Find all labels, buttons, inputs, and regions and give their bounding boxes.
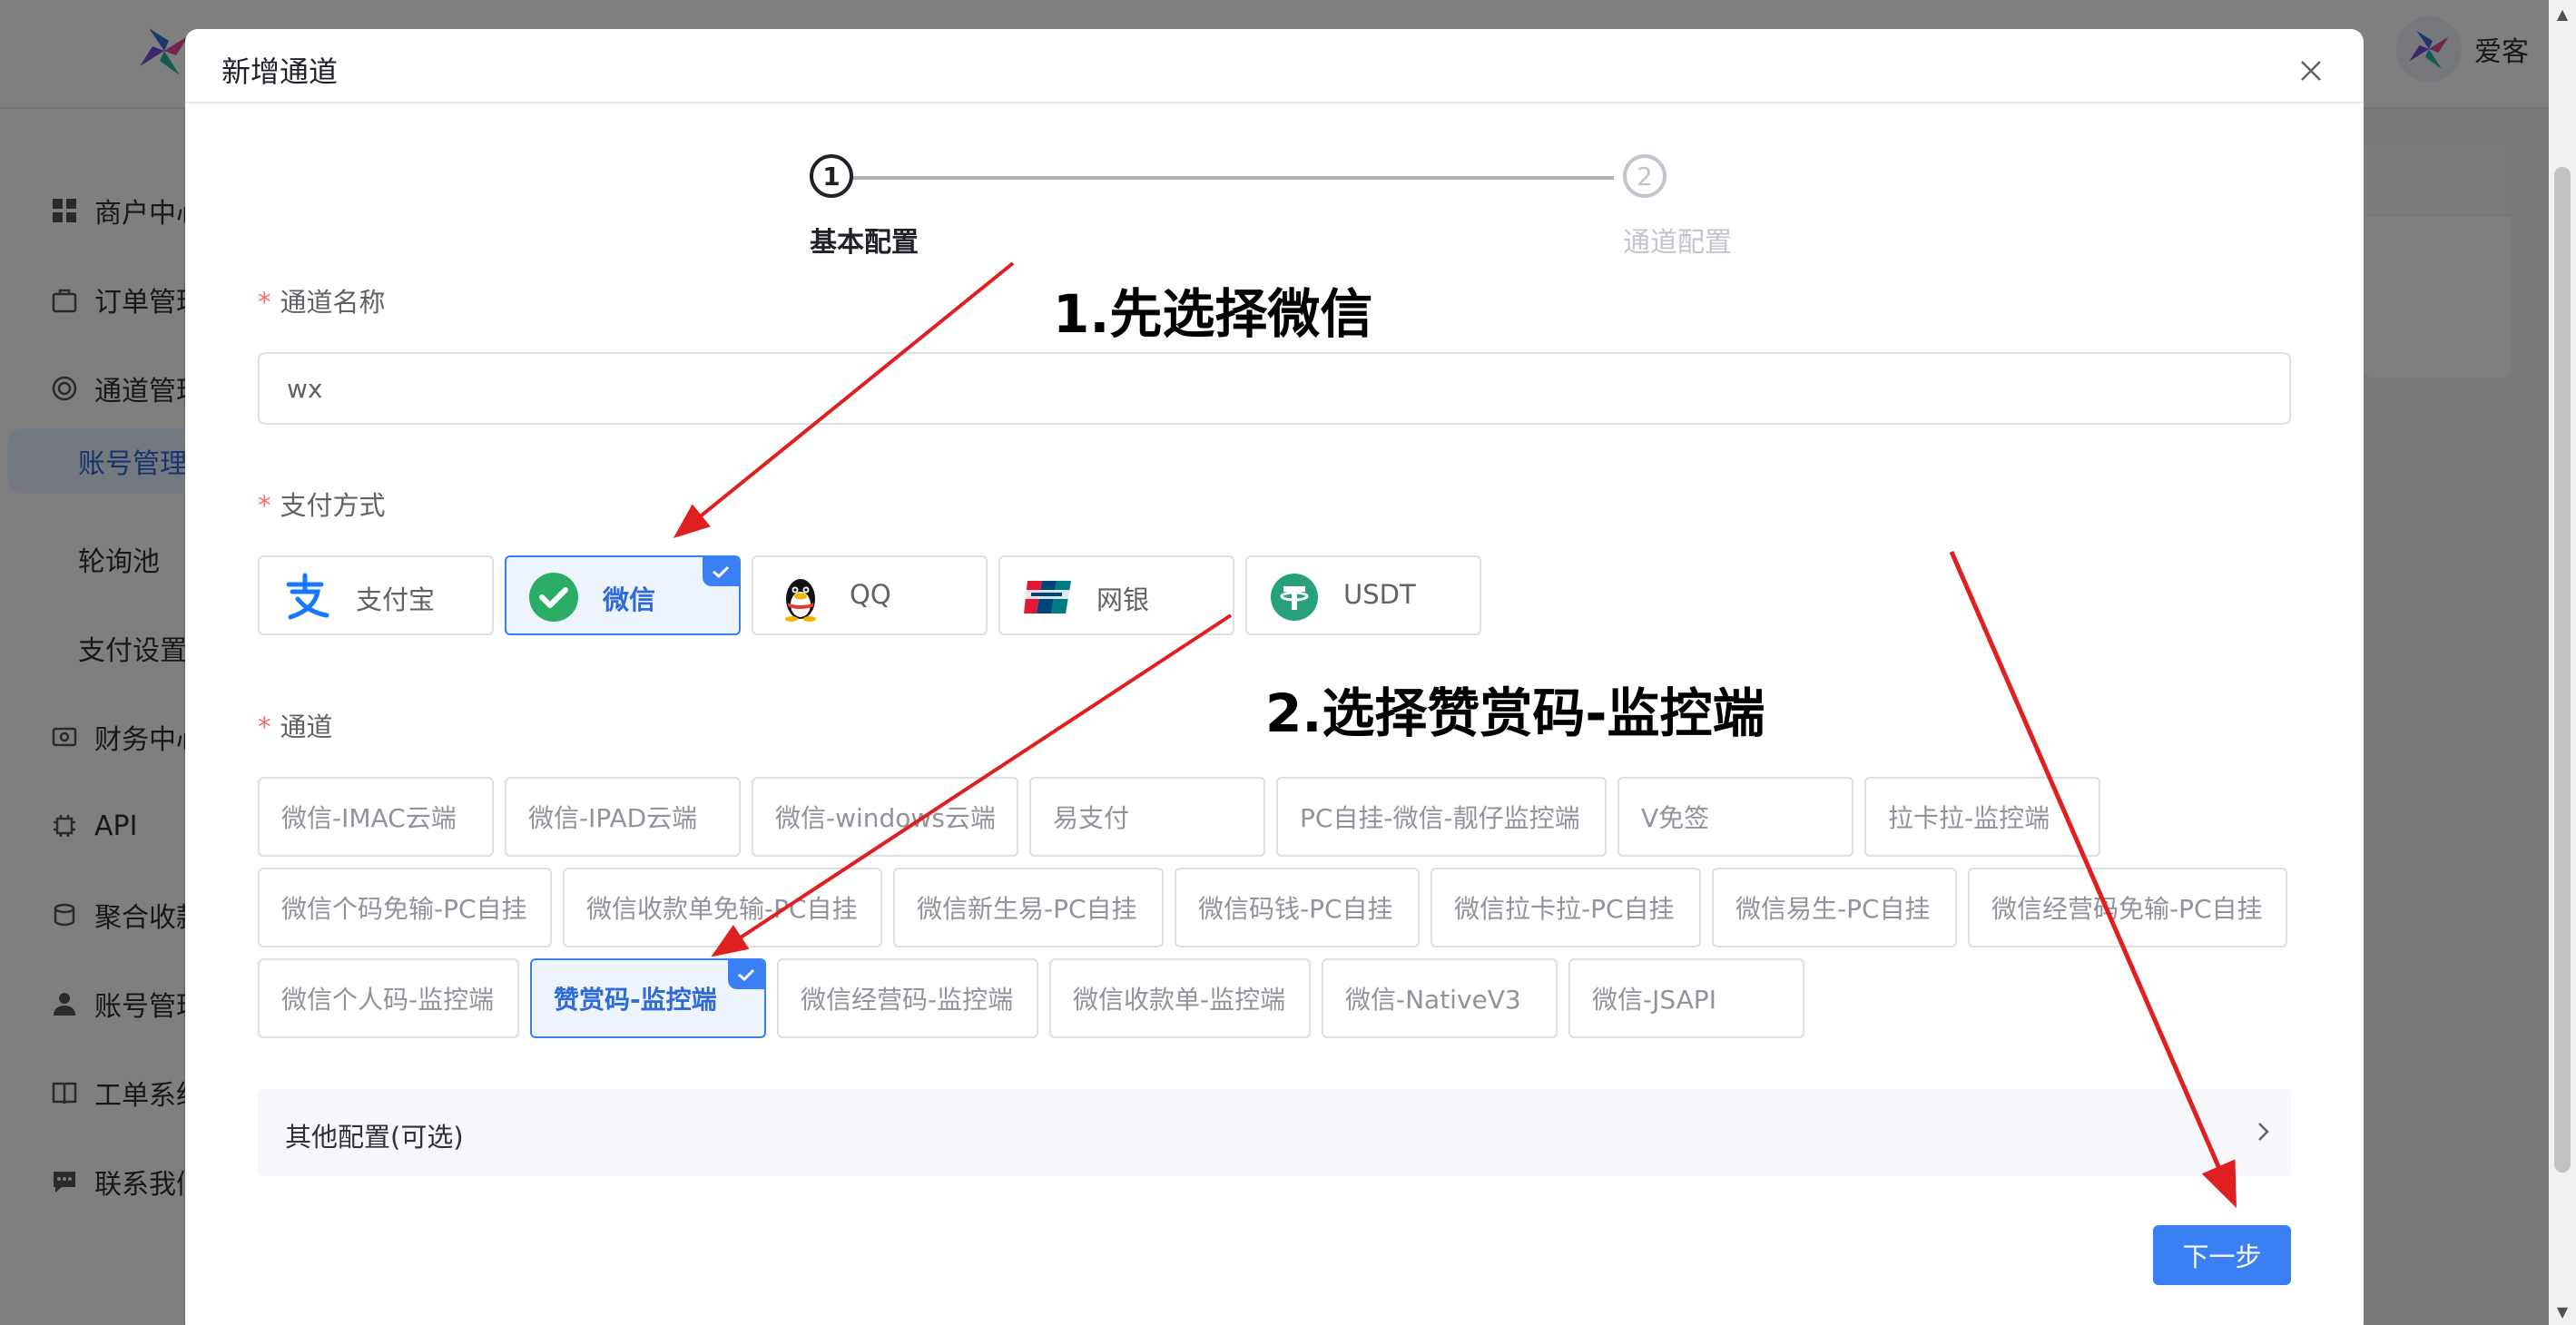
channel-option-label: 微信拉卡拉-PC自挂	[1454, 894, 1675, 924]
required-asterisk: *	[258, 712, 271, 742]
dialog-title: 新增通道	[221, 54, 339, 89]
channel-option[interactable]: V免签	[1617, 777, 1853, 857]
unionpay-icon	[1024, 581, 1071, 613]
other-config-label: 其他配置(可选)	[285, 1122, 464, 1153]
selected-check-badge	[728, 960, 764, 989]
channel-option-label: V免签	[1641, 803, 1710, 833]
step-2-indicator: 2	[1623, 154, 1667, 198]
channel-label-text: 通道	[280, 712, 333, 742]
check-icon	[713, 565, 730, 579]
payment-method-label: * 支付方式	[258, 485, 386, 523]
step-1-indicator: 1	[810, 154, 853, 198]
channel-option-label: 拉卡拉-监控端	[1888, 803, 2050, 833]
channel-option-label: 微信经营码免输-PC自挂	[1991, 894, 2263, 924]
channel-option[interactable]: 微信收款单免输-PC自挂	[563, 868, 882, 947]
scroll-up-arrow-icon[interactable]: ▲	[2549, 0, 2576, 27]
channel-option-label: 易支付	[1053, 803, 1130, 833]
channel-option[interactable]: 微信易生-PC自挂	[1712, 868, 1957, 947]
payment-option-alipay[interactable]: 支付宝	[258, 555, 494, 635]
channel-option[interactable]: 微信经营码-监控端	[777, 958, 1038, 1038]
channel-option-label: 微信-windows云端	[775, 803, 996, 833]
check-icon	[738, 968, 755, 982]
channel-name-input[interactable]	[258, 352, 2291, 425]
channel-option[interactable]: 微信个码免输-PC自挂	[258, 868, 552, 947]
channel-option[interactable]: 微信个人码-监控端	[258, 958, 519, 1038]
required-asterisk: *	[258, 287, 271, 318]
channel-option-label: 微信码钱-PC自挂	[1198, 894, 1393, 924]
channel-option-label: 微信易生-PC自挂	[1735, 894, 1931, 924]
payment-option-usdt[interactable]: USDT	[1245, 555, 1481, 635]
step-2-label: 通道配置	[1623, 227, 1732, 259]
channel-option-label: 赞赏码-监控端	[554, 985, 717, 1015]
annotation-step1-text: 1.先选择微信	[1053, 283, 1373, 345]
close-icon[interactable]	[2296, 56, 2325, 85]
channel-option[interactable]: 微信收款单-监控端	[1049, 958, 1311, 1038]
page-scrollbar[interactable]: ▲ ▼	[2549, 0, 2576, 1325]
channel-option[interactable]: 微信-IPAD云端	[505, 777, 741, 857]
channel-option[interactable]: 微信码钱-PC自挂	[1175, 868, 1420, 947]
tether-icon	[1271, 574, 1318, 621]
channel-option-label: 微信收款单免输-PC自挂	[586, 894, 858, 924]
annotation-step2-text: 2.选择赞赏码-监控端	[1265, 682, 1765, 744]
other-config-collapse[interactable]: 其他配置(可选)	[258, 1089, 2291, 1176]
alipay-icon	[286, 573, 329, 620]
channel-option[interactable]: 微信经营码免输-PC自挂	[1968, 868, 2287, 947]
channel-option-label: 微信收款单-监控端	[1073, 985, 1286, 1015]
channel-option-label: PC自挂-微信-靓仔监控端	[1300, 803, 1580, 833]
channel-option[interactable]: 微信新生易-PC自挂	[893, 868, 1164, 947]
payment-option-label: 微信	[603, 584, 656, 615]
required-asterisk: *	[258, 490, 271, 521]
channel-option-label: 微信-IPAD云端	[528, 803, 698, 833]
payment-option-label: 网银	[1096, 584, 1150, 615]
channel-option[interactable]: 微信-windows云端	[752, 777, 1018, 857]
channel-option-selected[interactable]: 赞赏码-监控端	[530, 958, 766, 1038]
step-1-label: 基本配置	[810, 227, 919, 259]
channel-option[interactable]: 微信-IMAC云端	[258, 777, 494, 857]
payment-option-bank[interactable]: 网银	[998, 555, 1234, 635]
channel-option-label: 微信-NativeV3	[1345, 985, 1521, 1015]
payment-option-qq[interactable]: QQ	[752, 555, 988, 635]
payment-method-label-text: 支付方式	[280, 490, 386, 521]
step-connector-line	[850, 176, 1614, 180]
payment-option-label: QQ	[850, 579, 891, 610]
channel-option[interactable]: PC自挂-微信-靓仔监控端	[1276, 777, 1607, 857]
payment-option-label: 支付宝	[356, 584, 436, 615]
channel-name-label: * 通道名称	[258, 281, 386, 319]
chevron-right-icon	[2258, 1123, 2269, 1141]
channel-option[interactable]: 拉卡拉-监控端	[1864, 777, 2100, 857]
payment-option-wechat[interactable]: 微信	[505, 555, 741, 635]
add-channel-dialog: 新增通道 1 2 基本配置 通道配置 * 通道名称 * 支付方式 支付宝 微信	[185, 29, 2364, 1325]
next-step-button[interactable]: 下一步	[2153, 1225, 2291, 1285]
scroll-down-arrow-icon[interactable]: ▼	[2549, 1298, 2576, 1325]
payment-option-label: USDT	[1343, 579, 1416, 610]
channel-name-label-text: 通道名称	[280, 287, 386, 318]
channel-option-label: 微信经营码-监控端	[801, 985, 1014, 1015]
qq-penguin-icon	[785, 579, 816, 622]
channel-option-label: 微信-JSAPI	[1592, 985, 1716, 1015]
channel-option-label: 微信新生易-PC自挂	[917, 894, 1137, 924]
channel-option-label: 微信个人码-监控端	[281, 985, 495, 1015]
channel-option-label: 微信个码免输-PC自挂	[281, 894, 527, 924]
channel-option[interactable]: 微信-NativeV3	[1322, 958, 1558, 1038]
scrollbar-thumb[interactable]	[2554, 167, 2571, 1173]
wechat-icon	[529, 573, 578, 622]
channel-option-label: 微信-IMAC云端	[281, 803, 457, 833]
selected-check-badge	[703, 557, 739, 586]
channel-label: * 通道	[258, 706, 333, 744]
channel-option[interactable]: 易支付	[1029, 777, 1265, 857]
dialog-header: 新增通道	[185, 29, 2364, 103]
channel-option[interactable]: 微信拉卡拉-PC自挂	[1431, 868, 1701, 947]
channel-option[interactable]: 微信-JSAPI	[1568, 958, 1804, 1038]
